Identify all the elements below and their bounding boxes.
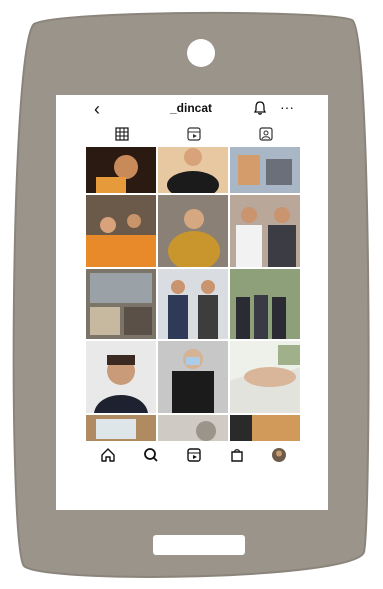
photo-tile[interactable] bbox=[86, 341, 156, 413]
shop-icon[interactable] bbox=[228, 446, 246, 464]
tagged-icon[interactable] bbox=[258, 126, 274, 142]
photo-tile[interactable] bbox=[158, 269, 228, 339]
photo-tile[interactable] bbox=[158, 341, 228, 413]
phone-screen: ‹ _dincat ··· bbox=[56, 95, 328, 510]
photo-tile[interactable] bbox=[86, 269, 156, 339]
profile-tabs bbox=[86, 123, 298, 145]
photo-tile[interactable] bbox=[158, 147, 228, 193]
photo-tile[interactable] bbox=[158, 195, 228, 267]
page-title: _dincat bbox=[169, 101, 212, 115]
grid-icon[interactable] bbox=[114, 126, 130, 142]
bell-icon[interactable] bbox=[252, 100, 268, 116]
photo-tile[interactable] bbox=[86, 147, 156, 193]
photo-tile[interactable] bbox=[86, 415, 156, 443]
bottom-navigation bbox=[56, 441, 328, 469]
photo-tile[interactable] bbox=[230, 195, 300, 267]
back-icon[interactable]: ‹ bbox=[88, 99, 106, 119]
home-icon[interactable] bbox=[99, 446, 117, 464]
home-button[interactable] bbox=[153, 535, 245, 555]
search-icon[interactable] bbox=[142, 446, 160, 464]
photo-tile[interactable] bbox=[230, 147, 300, 193]
reels-icon[interactable] bbox=[186, 126, 202, 142]
photo-tile[interactable] bbox=[230, 415, 300, 443]
photo-tile[interactable] bbox=[86, 195, 156, 267]
avatar-icon[interactable] bbox=[270, 446, 288, 464]
reels-icon[interactable] bbox=[185, 446, 203, 464]
more-options-icon[interactable]: ··· bbox=[278, 98, 296, 116]
photo-tile[interactable] bbox=[230, 269, 300, 339]
profile-header: ‹ _dincat ··· bbox=[56, 95, 328, 123]
photo-tile[interactable] bbox=[158, 415, 228, 443]
photo-grid bbox=[86, 147, 302, 487]
camera-hole bbox=[187, 39, 215, 67]
photo-tile[interactable] bbox=[230, 341, 300, 413]
